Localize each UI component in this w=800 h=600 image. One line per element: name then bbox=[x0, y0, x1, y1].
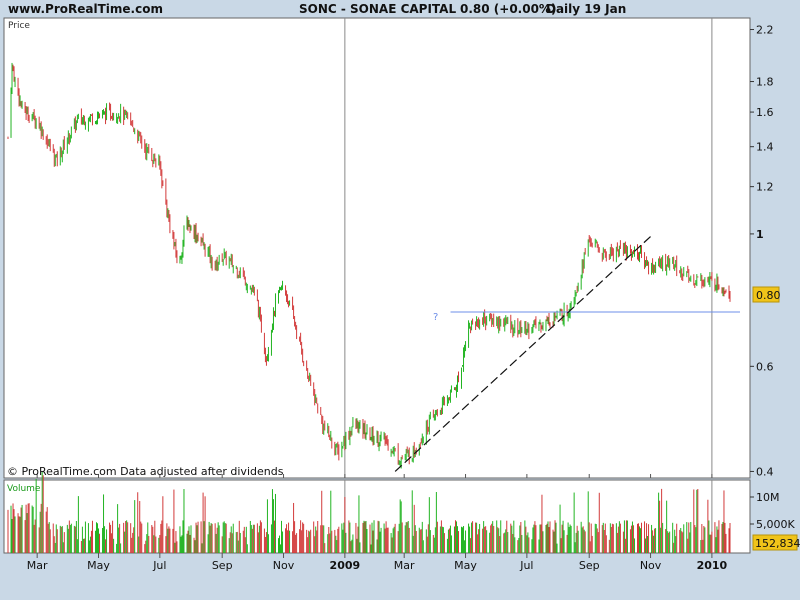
price-tick-label: 1.8 bbox=[756, 76, 774, 89]
time-tick-label: Jul bbox=[519, 559, 533, 572]
support-annotation: ? bbox=[433, 312, 438, 323]
copyright-text: © ProRealTime.com Data adjusted after di… bbox=[7, 465, 284, 478]
price-tick-label: 2.2 bbox=[756, 24, 774, 37]
time-tick-label: Sep bbox=[212, 559, 233, 572]
price-panel-label: Price bbox=[8, 21, 30, 31]
volume-tick-label: 5,000K bbox=[756, 518, 795, 531]
price-tick-label: 1.6 bbox=[756, 106, 774, 119]
price-tick-label: 1.2 bbox=[756, 181, 774, 194]
price-tick-label: 0.4 bbox=[756, 465, 774, 478]
time-tick-label: May bbox=[454, 559, 477, 572]
price-tick-label: 1.4 bbox=[756, 141, 774, 154]
time-tick-label: Nov bbox=[273, 559, 295, 572]
time-tick-label: Jul bbox=[152, 559, 166, 572]
time-tick-label: Sep bbox=[579, 559, 600, 572]
time-tick-label: Nov bbox=[640, 559, 662, 572]
last-price-badge-text: 0.80 bbox=[756, 289, 781, 302]
time-tick-label: Mar bbox=[27, 559, 48, 572]
time-tick-label: 2010 bbox=[697, 559, 728, 572]
price-tick-label: 0.6 bbox=[756, 360, 774, 373]
chart-window: www.ProRealTime.com SONC - SONAE CAPITAL… bbox=[0, 0, 800, 600]
time-tick-label: 2009 bbox=[330, 559, 361, 572]
time-tick-label: May bbox=[87, 559, 110, 572]
stock-chart[interactable]: 2.2 1.8 1.6 1.4 1.2 1 0.6 0.4 10M 5,000K Mar May Jul… bbox=[0, 0, 800, 600]
price-tick-label: 1 bbox=[756, 228, 764, 241]
last-volume-badge-text: 152,834 bbox=[755, 537, 800, 550]
time-tick-label: Mar bbox=[394, 559, 415, 572]
volume-panel-label: Volume bbox=[7, 484, 41, 494]
volume-tick-label: 10M bbox=[756, 491, 780, 504]
